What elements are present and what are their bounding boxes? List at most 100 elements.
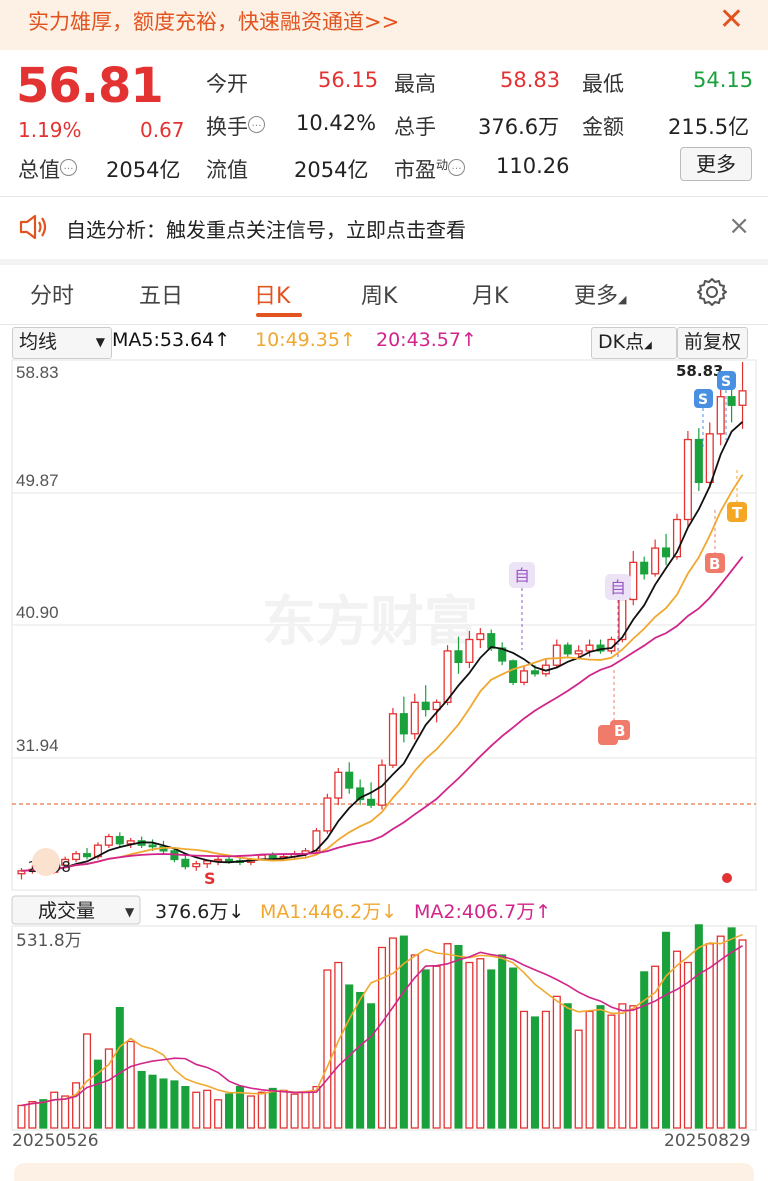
candle-body[interactable] [509,660,518,683]
candle-body[interactable] [192,863,201,868]
candle-body[interactable] [214,858,223,862]
candle-body[interactable] [268,854,277,859]
candle-body[interactable] [323,797,332,832]
volume-bar[interactable] [498,954,507,1129]
volume-bar[interactable] [181,1085,190,1129]
candle-body[interactable] [82,853,92,858]
candle-body[interactable] [585,644,594,652]
candle-body[interactable] [367,798,376,806]
candle-body[interactable] [662,547,671,558]
volume-bar[interactable] [683,961,692,1129]
volume-bar[interactable] [356,991,365,1129]
volume-bar[interactable] [301,1091,310,1129]
volume-bar[interactable] [454,944,463,1129]
volume-bar[interactable] [541,1010,550,1129]
volume-bar[interactable] [672,950,682,1129]
candle-body[interactable] [476,633,485,641]
volume-bar[interactable] [443,943,452,1129]
volume-bar[interactable] [509,967,518,1129]
volume-bar[interactable] [596,1005,605,1129]
volume-bar[interactable] [487,969,496,1129]
candle-body[interactable] [683,438,692,521]
volume-bar[interactable] [28,1101,37,1129]
candle-body[interactable] [454,650,463,663]
volume-bar[interactable] [246,1095,255,1129]
candle-body[interactable] [738,390,747,406]
volume-bar[interactable] [694,924,703,1129]
candle-body[interactable] [399,713,408,735]
volume-bar[interactable] [716,935,725,1129]
volume-bar[interactable] [115,1007,124,1129]
volume-bar[interactable] [367,1003,376,1129]
volume-bar[interactable] [159,1078,168,1129]
candle-body[interactable] [410,701,419,735]
candle-body[interactable] [388,713,397,766]
candle-body[interactable] [115,835,124,845]
ma10-line [21,474,744,872]
volume-bar[interactable] [17,1104,26,1129]
volume-bar[interactable] [268,1087,277,1129]
volume-bar[interactable] [651,965,660,1129]
candle-body[interactable] [640,561,649,575]
candle-body[interactable] [716,396,725,435]
volume-bar[interactable] [137,1070,146,1129]
candle-body[interactable] [72,853,81,861]
volume-bar[interactable] [640,971,649,1129]
candle-body[interactable] [487,633,496,649]
candle-body[interactable] [694,438,703,484]
volume-bar[interactable] [421,969,430,1129]
candle-body[interactable] [574,650,583,655]
candle-body[interactable] [345,771,354,789]
candle-body[interactable] [148,844,157,848]
volume-bar[interactable] [563,1003,572,1129]
volume-bar[interactable] [50,1091,59,1129]
volume-bar[interactable] [574,1029,583,1129]
volume-bar[interactable] [618,1003,627,1129]
volume-bar[interactable] [377,946,387,1129]
volume-bar[interactable] [607,1014,616,1129]
candle-body[interactable] [334,771,343,799]
volume-bar[interactable] [552,995,561,1129]
volume-bar[interactable] [279,1089,288,1129]
volume-bar[interactable] [39,1099,48,1129]
volume-bar[interactable] [225,1093,234,1129]
volume-bar[interactable] [290,1093,299,1129]
volume-bar[interactable] [662,931,671,1129]
volume-bar[interactable] [214,1099,223,1129]
candle-body[interactable] [104,835,113,846]
candle-body[interactable] [530,670,539,675]
volume-bar[interactable] [126,1040,135,1129]
volume-bar[interactable] [476,958,485,1129]
candle-body[interactable] [651,547,660,575]
volume-bar[interactable] [170,1080,179,1129]
kline-chart[interactable]: 东方财富 58.83 49.87 40.90 31.94 58.83 22.98… [0,0,768,1181]
candle-body[interactable] [465,638,474,663]
volume-bar[interactable] [530,1016,539,1129]
candle-body[interactable] [225,858,234,862]
status-dot [722,873,732,883]
volume-bar[interactable] [705,943,714,1129]
candle-body[interactable] [705,433,714,484]
volume-bar[interactable] [465,961,474,1129]
candle-body[interactable] [552,644,561,666]
volume-bar[interactable] [72,1082,81,1129]
volume-bar[interactable] [585,1010,594,1129]
volume-bar[interactable] [519,1010,529,1129]
volume-bar[interactable] [727,927,736,1129]
volume-bar[interactable] [192,1091,201,1129]
volume-bar[interactable] [257,1091,266,1129]
candle-body[interactable] [727,396,736,406]
candle-body[interactable] [181,858,190,868]
volume-bar[interactable] [323,969,332,1129]
volume-bar[interactable] [388,937,397,1129]
volume-bar[interactable] [738,939,747,1129]
volume-bar[interactable] [203,1089,212,1129]
candle-body[interactable] [519,670,529,683]
volume-bar[interactable] [629,1005,638,1129]
candle-body[interactable] [443,650,452,703]
volume-bar[interactable] [61,1095,70,1129]
candle-body[interactable] [563,644,572,655]
volume-bar[interactable] [432,965,441,1129]
candle-body[interactable] [421,701,430,711]
volume-bar[interactable] [148,1074,157,1129]
